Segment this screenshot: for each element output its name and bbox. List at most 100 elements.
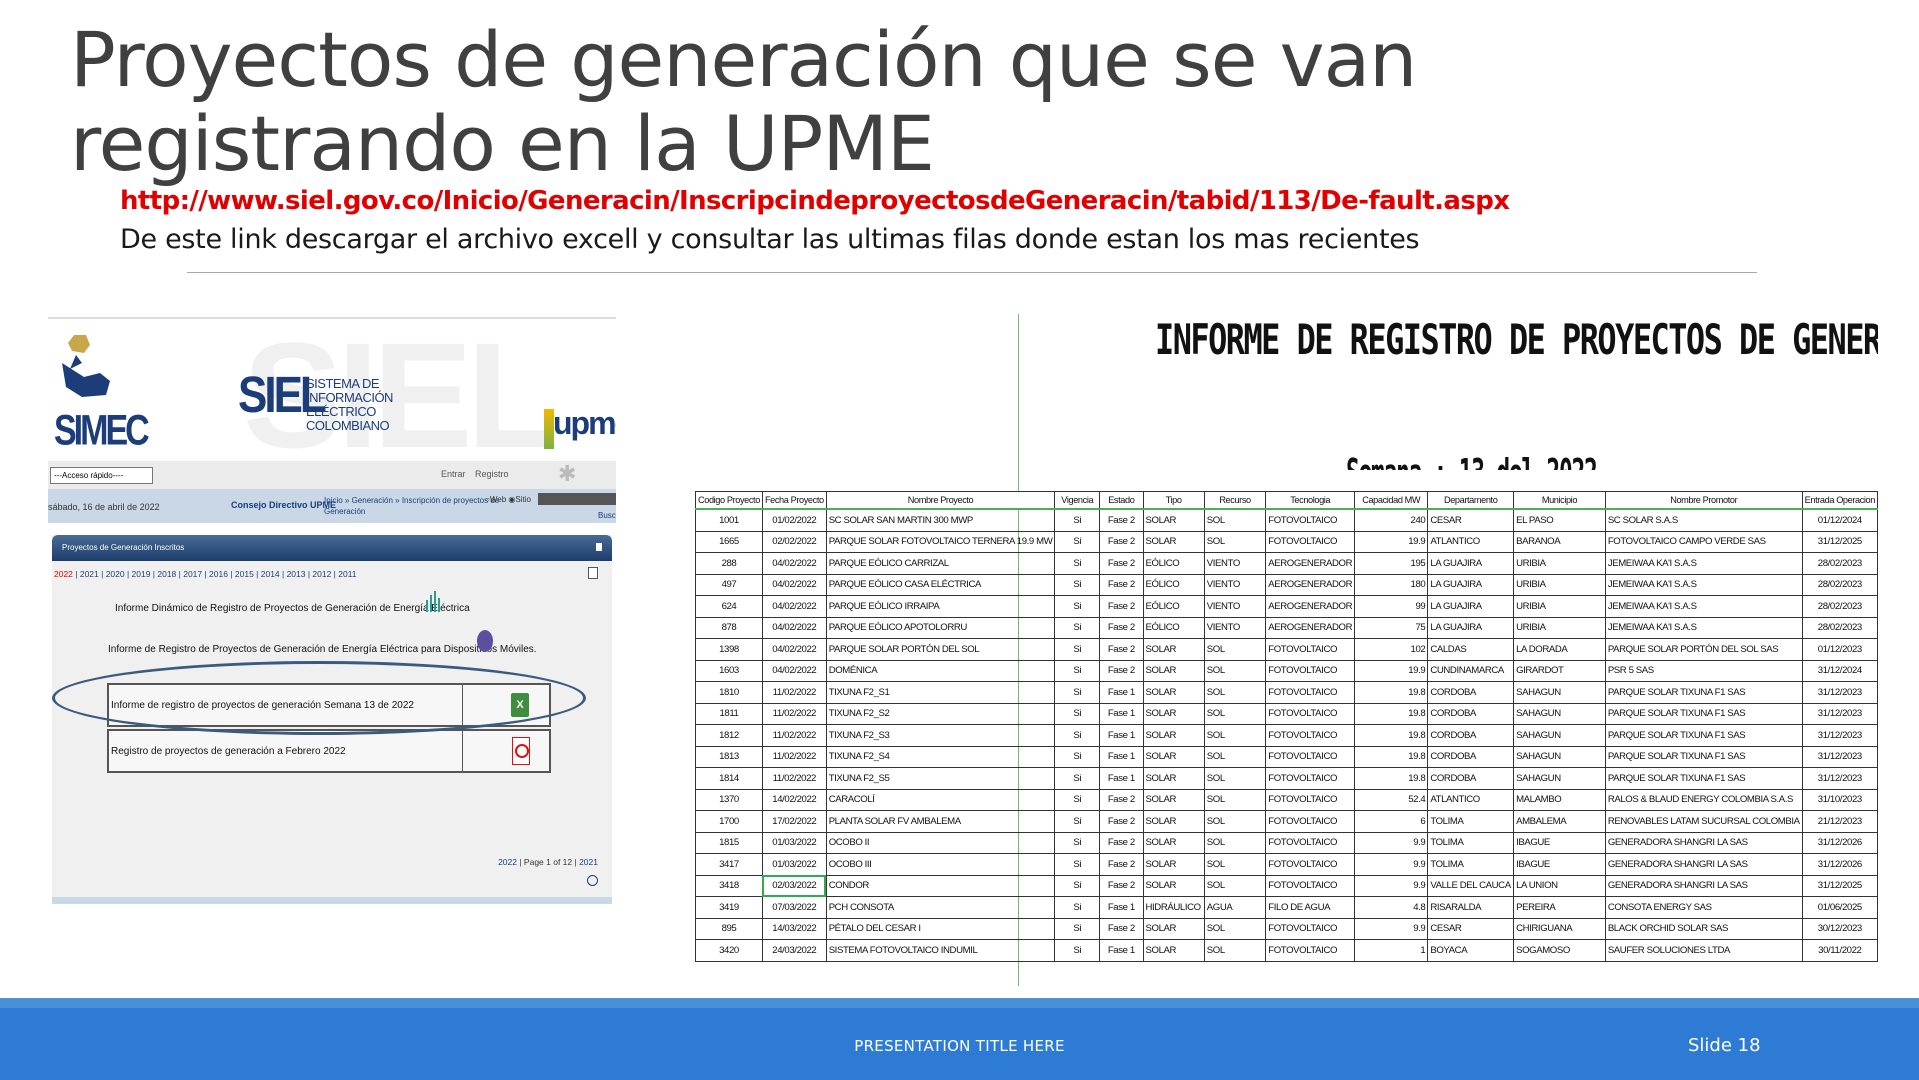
table-cell[interactable]: 288 [695, 552, 763, 575]
table-cell[interactable]: 99 [1354, 595, 1429, 618]
table-cell[interactable]: IBAGUE [1513, 853, 1606, 876]
pager-next[interactable]: 2021 [579, 857, 598, 867]
table-cell[interactable]: JEMEIWAA KA'I S.A.S [1604, 595, 1803, 618]
table-cell[interactable]: Fase 2 [1099, 552, 1144, 575]
table-cell[interactable]: SOL [1203, 831, 1267, 854]
table-cell[interactable]: Fase 1 [1099, 681, 1144, 704]
table-cell[interactable]: Fase 2 [1099, 638, 1144, 661]
table-cell[interactable]: FOTOVOLTAICO [1265, 530, 1356, 553]
table-cell[interactable]: 75 [1354, 616, 1429, 639]
table-cell[interactable]: 02/02/2022 [761, 530, 827, 553]
table-cell[interactable]: SOL [1203, 767, 1267, 790]
table-cell[interactable]: PÉTALO DEL CESAR I [825, 917, 1056, 940]
search-button[interactable]: Busca [598, 511, 616, 520]
table-cell[interactable]: Si [1054, 638, 1101, 661]
table-cell[interactable]: 1812 [695, 724, 763, 747]
table-cell[interactable]: Si [1054, 595, 1101, 618]
table-cell[interactable]: SOL [1203, 530, 1267, 553]
table-cell[interactable]: AEROGENERADOR [1265, 595, 1356, 618]
table-cell[interactable]: 01/06/2025 [1801, 896, 1878, 919]
table-cell[interactable]: 19.8 [1354, 745, 1429, 768]
quick-access-select[interactable]: ---Acceso rápido---- [50, 467, 153, 484]
table-cell[interactable]: SOL [1203, 702, 1267, 725]
table-cell[interactable]: 6 [1354, 810, 1429, 833]
table-cell[interactable]: 9.9 [1354, 874, 1429, 897]
table-cell[interactable]: SOL [1203, 917, 1267, 940]
table-cell[interactable]: TIXUNA F2_S3 [825, 724, 1056, 747]
table-cell[interactable]: 19.8 [1354, 767, 1429, 790]
table-cell[interactable]: 01/12/2023 [1801, 638, 1878, 661]
table-cell[interactable]: 9.9 [1354, 853, 1429, 876]
table-cell[interactable]: TOLIMA [1427, 853, 1515, 876]
table-cell[interactable]: CUNDINAMARCA [1427, 659, 1515, 682]
table-cell[interactable]: PLANTA SOLAR FV AMBALEMA [825, 810, 1056, 833]
table-cell[interactable]: 3418 [695, 874, 763, 897]
table-cell[interactable]: SC SOLAR S.A.S [1604, 508, 1803, 532]
table-cell[interactable]: FOTOVOLTAICO [1265, 702, 1356, 725]
table-cell[interactable]: AEROGENERADOR [1265, 573, 1356, 596]
siel-link[interactable]: http://www.siel.gov.co/Inicio/Generacin/… [120, 186, 1510, 216]
table-cell[interactable]: PARQUE SOLAR TIXUNA F1 SAS [1604, 681, 1803, 704]
table-cell[interactable]: 878 [695, 616, 763, 639]
entrar-link[interactable]: Entrar [441, 469, 466, 479]
table-cell[interactable]: 28/02/2023 [1801, 616, 1878, 639]
table-cell[interactable]: SOLAR [1142, 767, 1205, 790]
table-cell[interactable]: Si [1054, 508, 1101, 532]
table-cell[interactable]: CHIRIGUANA [1513, 917, 1606, 940]
table-cell[interactable]: SOLAR [1142, 810, 1205, 833]
table-cell[interactable]: 07/03/2022 [761, 896, 827, 919]
table-cell[interactable]: FOTOVOLTAICO [1265, 788, 1356, 811]
table-cell[interactable]: JEMEIWAA KA'I S.A.S [1604, 573, 1803, 596]
table-cell[interactable]: SOLAR [1142, 831, 1205, 854]
table-cell[interactable]: TIXUNA F2_S2 [825, 702, 1056, 725]
table-cell[interactable]: Si [1054, 917, 1101, 940]
table-cell[interactable]: 195 [1354, 552, 1429, 575]
table-cell[interactable]: FOTOVOLTAICO [1265, 831, 1356, 854]
table-cell[interactable]: 1811 [695, 702, 763, 725]
table-cell[interactable]: SOL [1203, 724, 1267, 747]
table-cell[interactable]: FILO DE AGUA [1265, 896, 1356, 919]
table-cell[interactable]: PARQUE SOLAR TIXUNA F1 SAS [1604, 724, 1803, 747]
table-cell[interactable]: SOL [1203, 508, 1267, 532]
year-current[interactable]: 2022 [54, 569, 73, 579]
table-cell[interactable]: TOLIMA [1427, 810, 1515, 833]
table-cell[interactable]: Fase 2 [1099, 788, 1144, 811]
table-cell[interactable]: Fase 1 [1099, 745, 1144, 768]
table-cell[interactable]: Fase 2 [1099, 616, 1144, 639]
table-cell[interactable]: LA UNION [1513, 874, 1606, 897]
table-cell[interactable]: 31/12/2025 [1801, 530, 1878, 553]
table-cell[interactable]: FOTOVOLTAICO [1265, 853, 1356, 876]
table-cell[interactable]: SAHAGUN [1513, 767, 1606, 790]
table-cell[interactable]: 1815 [695, 831, 763, 854]
breadcrumb[interactable]: Inicio » Generación » Inscripción de pro… [324, 495, 504, 517]
table-cell[interactable]: FOTOVOLTAICO [1265, 767, 1356, 790]
table-cell[interactable]: Fase 2 [1099, 595, 1144, 618]
table-cell[interactable]: PCH CONSOTA [825, 896, 1056, 919]
table-cell[interactable]: SOL [1203, 853, 1267, 876]
table-cell[interactable]: Si [1054, 530, 1101, 553]
table-cell[interactable]: FOTOVOLTAICO [1265, 939, 1356, 962]
table-cell[interactable]: URIBIA [1513, 616, 1606, 639]
table-cell[interactable]: 1 [1354, 939, 1429, 962]
table-cell[interactable]: FOTOVOLTAICO [1265, 638, 1356, 661]
table-cell[interactable]: Si [1054, 702, 1101, 725]
table-cell[interactable]: 52.4 [1354, 788, 1429, 811]
table-cell[interactable]: 11/02/2022 [761, 681, 827, 704]
table-cell[interactable]: FOTOVOLTAICO [1265, 874, 1356, 897]
panel-menu-icon[interactable] [596, 543, 602, 551]
table-cell[interactable]: 31/12/2023 [1801, 767, 1878, 790]
pager[interactable]: 2022 | Page 1 of 12 | 2021 [498, 857, 598, 867]
table-cell[interactable]: SAHAGUN [1513, 724, 1606, 747]
table-cell[interactable]: RISARALDA [1427, 896, 1515, 919]
table-cell[interactable]: TIXUNA F2_S5 [825, 767, 1056, 790]
table-cell[interactable]: Si [1054, 853, 1101, 876]
table-cell[interactable]: SAUFER SOLUCIONES LTDA [1604, 939, 1803, 962]
table-cell[interactable]: 1665 [695, 530, 763, 553]
table-cell[interactable]: CORDOBA [1427, 767, 1515, 790]
table-cell[interactable]: HIDRÁULICO [1142, 896, 1205, 919]
table-cell[interactable]: LA GUAJIRA [1427, 616, 1515, 639]
table-cell[interactable]: Fase 1 [1099, 939, 1144, 962]
year-list[interactable]: | 2021 | 2020 | 2019 | 2018 | 2017 | 201… [73, 569, 356, 579]
table-cell[interactable]: 1370 [695, 788, 763, 811]
table-cell[interactable]: IBAGUE [1513, 831, 1606, 854]
